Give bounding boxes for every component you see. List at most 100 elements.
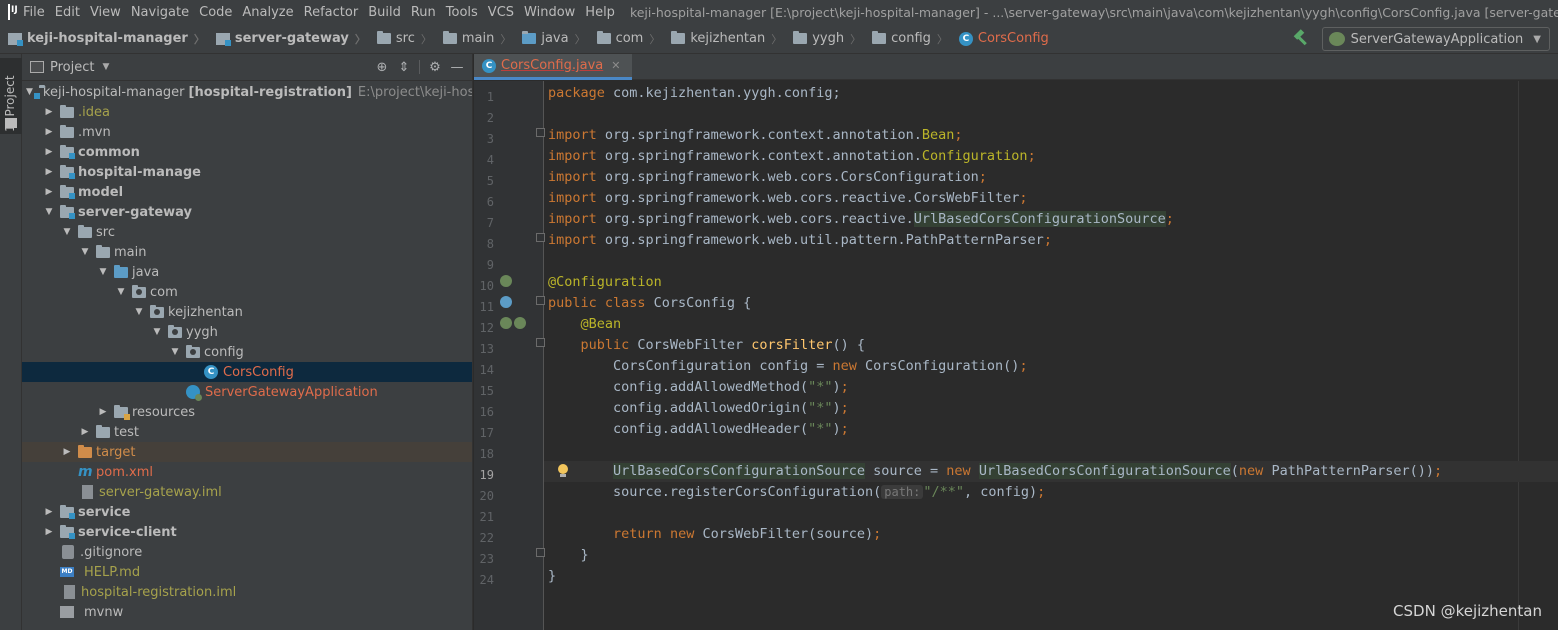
tree-item-service-client[interactable]: ▶ service-client [22,522,472,542]
menu-refactor[interactable]: Refactor [299,5,364,20]
expanded-arrow-icon[interactable]: ▼ [26,87,33,97]
tree-item-root[interactable]: ▼ keji-hospital-manager [hospital-regist… [22,82,472,102]
gear-icon[interactable]: ⚙ [424,58,446,76]
build-hammer-icon[interactable] [1292,30,1310,48]
menu-build[interactable]: Build [363,5,406,20]
collapsed-arrow-icon[interactable]: ▶ [44,507,54,517]
breadcrumb-kejizhentan[interactable]: kejizhentan 〉 [663,31,785,47]
breadcrumb-project[interactable]: keji-hospital-manager 〉 [0,31,208,47]
collapsed-arrow-icon[interactable]: ▶ [44,127,54,137]
tree-item-mvnw[interactable]: mvnw [22,602,472,622]
tree-item-idea[interactable]: ▶ .idea [22,102,472,122]
collapsed-arrow-icon[interactable]: ▶ [44,107,54,117]
menu-run[interactable]: Run [406,5,441,20]
menu-navigate[interactable]: Navigate [126,5,194,20]
tree-item-gitignore[interactable]: .gitignore [22,542,472,562]
tree-item-label: server-gateway.iml [99,484,222,500]
module-file-icon [82,485,93,499]
chevron-right-icon: 〉 [574,32,586,46]
expanded-arrow-icon[interactable]: ▼ [98,267,108,277]
tree-item-target[interactable]: ▶ target [22,442,472,462]
code-text: org.springframework.context.annotation. [596,127,922,143]
tree-item-server-gateway-iml[interactable]: server-gateway.iml [22,482,472,502]
tree-item-mvn[interactable]: ▶ .mvn [22,122,472,142]
tree-item-test[interactable]: ▶ test [22,422,472,442]
tree-item-help-md[interactable]: MD HELP.md [22,562,472,582]
close-icon[interactable]: ✕ [611,59,620,72]
expanded-arrow-icon[interactable]: ▼ [80,247,90,257]
collapsed-arrow-icon[interactable]: ▶ [44,187,54,197]
collapse-all-icon[interactable]: ⇕ [393,58,415,76]
tree-item-common[interactable]: ▶ common [22,142,472,162]
breadcrumb-corsconfig[interactable]: C CorsConfig [951,31,1052,46]
semicolon: ; [978,169,987,185]
tree-item-server-gateway-application[interactable]: ServerGatewayApplication [22,382,472,402]
collapsed-arrow-icon[interactable]: ▶ [44,527,54,537]
package-icon [671,31,686,44]
run-method-icon[interactable] [500,317,512,329]
expanded-arrow-icon[interactable]: ▼ [62,227,72,237]
editor-tab-corsconfig[interactable]: C CorsConfig.java ✕ [474,54,633,80]
run-configuration-selector[interactable]: ServerGatewayApplication ▼ [1321,27,1550,51]
menu-file[interactable]: File [18,5,50,20]
project-view-selector[interactable]: Project [50,60,94,75]
spring-bean-icon[interactable] [514,317,526,329]
lightbulb-icon[interactable] [557,464,568,478]
collapsed-arrow-icon[interactable]: ▶ [44,147,54,157]
tree-item-server-gateway[interactable]: ▼ server-gateway [22,202,472,222]
spring-bean-icon[interactable] [500,275,512,287]
code-area[interactable]: package com.kejizhentan.yygh.config; imp… [544,81,1558,630]
code-text: CorsConfiguration config = [548,358,833,374]
spring-config-icon[interactable] [500,296,512,308]
breadcrumb-com[interactable]: com 〉 [589,31,664,47]
breadcrumb-config[interactable]: config 〉 [864,31,951,47]
menu-analyze[interactable]: Analyze [237,5,298,20]
tree-item-com[interactable]: ▼ com [22,282,472,302]
tree-item-src[interactable]: ▼ src [22,222,472,242]
breadcrumb-label: src [395,31,415,46]
breadcrumb-module[interactable]: server-gateway 〉 [208,31,369,47]
breadcrumb-yygh[interactable]: yygh 〉 [785,31,864,47]
expanded-arrow-icon[interactable]: ▼ [170,347,180,357]
tree-item-resources[interactable]: ▶ resources [22,402,472,422]
code-line-15: config.addAllowedMethod("*"); [544,377,1558,398]
tree-item-hospital-manage[interactable]: ▶ hospital-manage [22,162,472,182]
tree-item-label: yygh [186,324,218,340]
tree-item-java[interactable]: ▼ java [22,262,472,282]
tree-item-hospital-registration-iml[interactable]: hospital-registration.iml [22,582,472,602]
tree-item-kejizhentan[interactable]: ▼ kejizhentan [22,302,472,322]
tree-item-yygh[interactable]: ▼ yygh [22,322,472,342]
project-panel-header: Project ▼ ⊕ ⇕ ⚙ — [22,54,472,81]
class-icon: C [958,31,973,46]
breadcrumb-java[interactable]: java 〉 [514,31,588,47]
tree-item-main[interactable]: ▼ main [22,242,472,262]
menu-tools[interactable]: Tools [441,5,483,20]
collapsed-arrow-icon[interactable]: ▶ [62,447,72,457]
menu-code[interactable]: Code [194,5,237,20]
minimize-icon[interactable]: — [446,58,468,76]
menu-edit[interactable]: Edit [50,5,85,20]
tree-item-model[interactable]: ▶ model [22,182,472,202]
collapsed-arrow-icon[interactable]: ▶ [80,427,90,437]
expanded-arrow-icon[interactable]: ▼ [44,207,54,217]
line-number: 20 [479,489,494,503]
expanded-arrow-icon[interactable]: ▼ [116,287,126,297]
expanded-arrow-icon[interactable]: ▼ [152,327,162,337]
menu-window[interactable]: Window [519,5,580,20]
tree-item-pom[interactable]: m pom.xml [22,462,472,482]
tree-item-corsconfig[interactable]: C CorsConfig [22,362,472,382]
semicolon: ; [1434,463,1443,479]
breadcrumb-label: yygh [812,31,845,46]
collapsed-arrow-icon[interactable]: ▶ [98,407,108,417]
tree-item-service[interactable]: ▶ service [22,502,472,522]
tree-item-config[interactable]: ▼ config [22,342,472,362]
menu-help[interactable]: Help [580,5,620,20]
locate-target-icon[interactable]: ⊕ [371,58,393,76]
breadcrumb-main[interactable]: main 〉 [435,31,514,47]
chevron-down-icon[interactable]: ▼ [102,62,109,72]
menu-vcs[interactable]: VCS [483,5,519,20]
collapsed-arrow-icon[interactable]: ▶ [44,167,54,177]
menu-view[interactable]: View [85,5,126,20]
expanded-arrow-icon[interactable]: ▼ [134,307,144,317]
breadcrumb-src[interactable]: src 〉 [369,31,435,47]
